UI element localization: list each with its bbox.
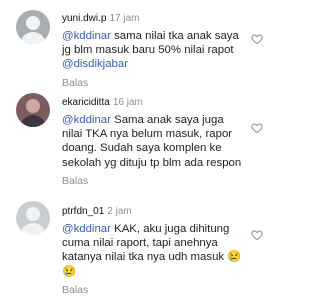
avatar[interactable] bbox=[16, 93, 50, 127]
avatar-head-shape bbox=[26, 16, 40, 30]
avatar-head-shape bbox=[26, 99, 40, 113]
mention-link[interactable]: @kddinar bbox=[62, 114, 111, 126]
comment-meta: yuni.dwi.p 17 jam bbox=[62, 13, 245, 25]
comment-content: yuni.dwi.p 17 jam @kddinar sama nilai tka… bbox=[62, 13, 245, 89]
comment-text: @kddinar KAK, aku juga dihitung cuma nil… bbox=[62, 222, 245, 279]
heart-icon[interactable] bbox=[251, 33, 263, 45]
comment-username[interactable]: ptrfdn_01 bbox=[62, 206, 104, 217]
reply-button[interactable]: Balas bbox=[62, 77, 245, 89]
comment-username[interactable]: ekariciditta bbox=[62, 97, 110, 108]
avatar-body-shape bbox=[20, 115, 46, 127]
avatar[interactable] bbox=[16, 10, 50, 44]
comment-content: ekariciditta 16 jam @kddinar Sama anak sa… bbox=[62, 97, 245, 187]
comment-content: ptrfdn_01 2 jam @kddinar KAK, aku juga di… bbox=[62, 206, 245, 296]
comment-time: 17 jam bbox=[109, 13, 140, 24]
comment-meta: ekariciditta 16 jam bbox=[62, 97, 245, 109]
comment-time: 16 jam bbox=[112, 97, 143, 108]
avatar[interactable] bbox=[16, 201, 50, 235]
comment-text: @kddinar sama nilai tka anak saya jg blm… bbox=[62, 29, 245, 72]
mention-link[interactable]: @kddinar bbox=[62, 223, 111, 235]
comment-username[interactable]: yuni.dwi.p bbox=[62, 13, 106, 24]
reply-button[interactable]: Balas bbox=[62, 175, 245, 187]
heart-icon[interactable] bbox=[251, 229, 263, 241]
avatar-head-shape bbox=[26, 207, 40, 221]
heart-icon[interactable] bbox=[251, 122, 263, 134]
mention-link[interactable]: @kddinar bbox=[62, 30, 111, 42]
reply-button[interactable]: Balas bbox=[62, 284, 245, 296]
mention-link[interactable]: @disdikjabar bbox=[62, 58, 128, 70]
avatar-body-shape bbox=[20, 32, 46, 44]
comment-text: @kddinar Sama anak saya juga nilai TKA n… bbox=[62, 113, 245, 170]
avatar-body-shape bbox=[20, 223, 46, 235]
comment-time: 2 jam bbox=[107, 206, 132, 217]
comment-meta: ptrfdn_01 2 jam bbox=[62, 206, 245, 218]
